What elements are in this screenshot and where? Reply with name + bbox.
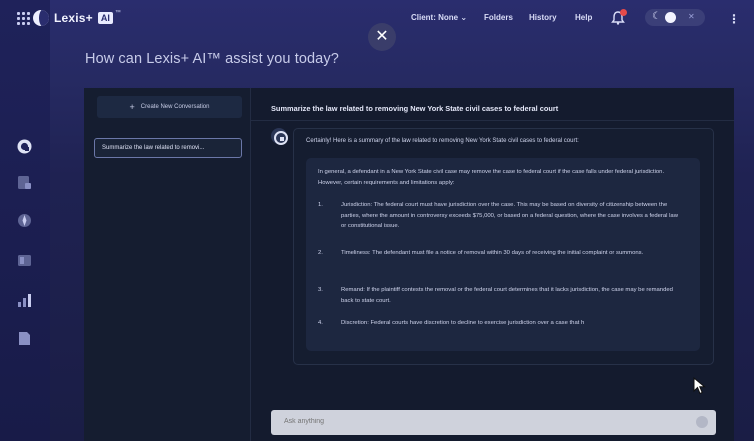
more-options-icon[interactable]: ⋮ bbox=[728, 12, 740, 26]
left-rail bbox=[0, 0, 50, 441]
summary-paragraph: In general, a defendant in a New York St… bbox=[318, 169, 665, 186]
item-number: 1. bbox=[318, 202, 323, 208]
conversation-title: Summarize the law related to removing Ne… bbox=[271, 104, 559, 113]
notification-badge bbox=[620, 9, 627, 16]
logo-ai-badge: AI bbox=[97, 12, 113, 24]
create-new-conversation-label: Create New Conversation bbox=[140, 104, 210, 110]
mouse-cursor-icon bbox=[693, 377, 706, 395]
toggle-off-icon: ✕ bbox=[688, 12, 695, 21]
response-intro: Certainly! Here is a summary of the law … bbox=[306, 138, 579, 144]
lexis-ai-icon[interactable] bbox=[16, 138, 33, 155]
item-number: 2. bbox=[318, 250, 323, 256]
client-selector[interactable]: Client: None ⌄ bbox=[411, 13, 467, 22]
file-icon[interactable] bbox=[16, 330, 33, 347]
conversation-list-item[interactable]: Summarize the law related to removi... bbox=[94, 138, 242, 158]
nav-folders[interactable]: Folders bbox=[484, 13, 513, 22]
grid-menu-icon[interactable] bbox=[17, 12, 31, 26]
item-text: Discretion: Federal courts have discreti… bbox=[341, 320, 585, 326]
document-icon[interactable] bbox=[16, 174, 33, 191]
item-text: Timeliness: The defendant must file a no… bbox=[341, 250, 644, 256]
page-heading: How can Lexis+ AI™ assist you today? bbox=[85, 51, 339, 67]
item-number: 4. bbox=[318, 320, 323, 326]
item-number: 3. bbox=[318, 287, 323, 293]
item-text: Jurisdiction: The federal court must hav… bbox=[341, 202, 678, 229]
chart-icon[interactable] bbox=[16, 292, 33, 309]
moon-icon: ☾ bbox=[652, 11, 661, 22]
nav-history[interactable]: History bbox=[529, 13, 557, 22]
divider bbox=[251, 120, 734, 121]
ask-input[interactable] bbox=[284, 418, 664, 425]
lexis-logo-icon bbox=[33, 10, 49, 26]
logo-text: Lexis+ bbox=[54, 11, 93, 25]
close-icon[interactable]: ✕ bbox=[368, 23, 396, 51]
item-text: Remand: If the plaintiff contests the re… bbox=[341, 287, 673, 304]
nav-help[interactable]: Help bbox=[575, 13, 592, 22]
create-new-conversation-button[interactable]: + Create New Conversation bbox=[97, 96, 242, 118]
lexis-logo[interactable]: Lexis+ AI ™ bbox=[33, 10, 121, 26]
folder-icon[interactable] bbox=[16, 252, 33, 269]
assistant-avatar-icon bbox=[271, 128, 288, 145]
toggle-knob bbox=[665, 12, 676, 23]
plus-icon: + bbox=[129, 102, 135, 112]
compass-icon[interactable] bbox=[16, 212, 33, 229]
send-icon[interactable] bbox=[696, 416, 708, 428]
logo-trademark: ™ bbox=[114, 10, 121, 16]
